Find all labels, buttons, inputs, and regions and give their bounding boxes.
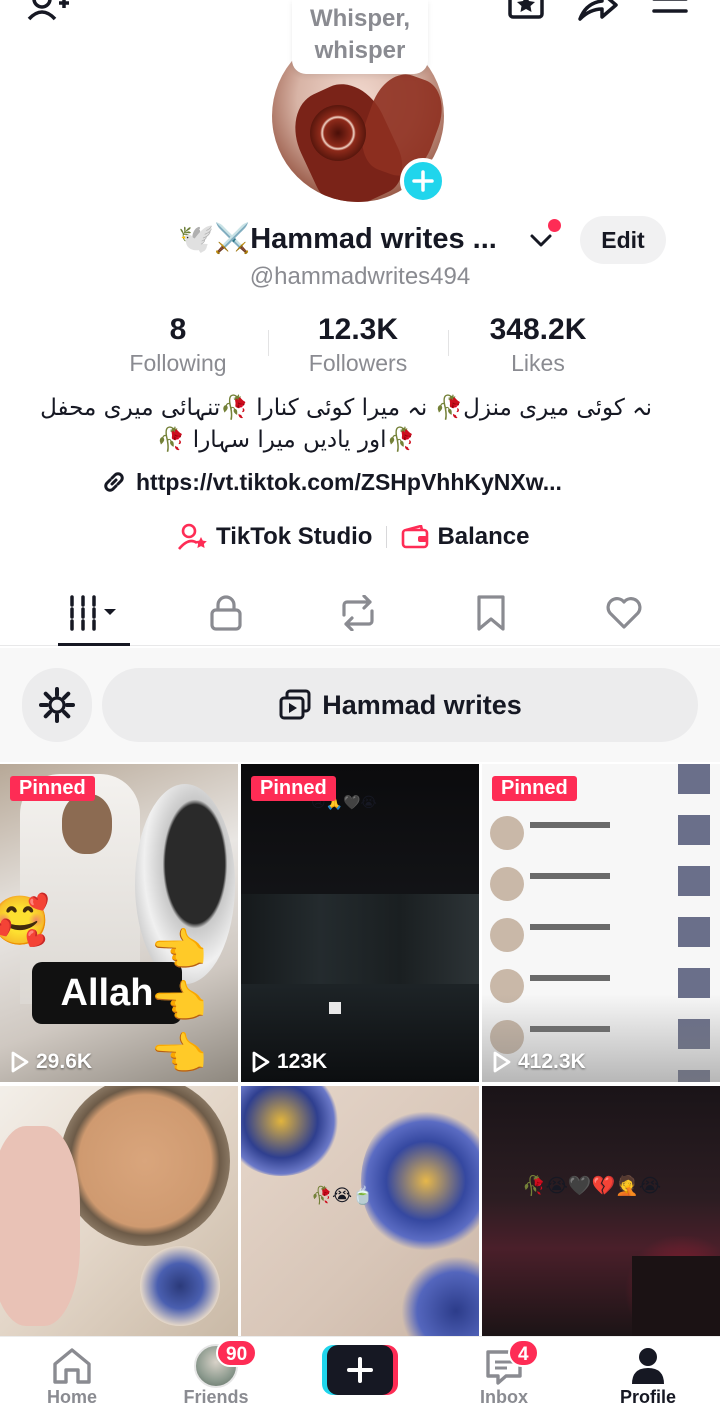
bio-link[interactable]: https://vt.tiktok.com/ZSHpVhhKyNXw... bbox=[100, 466, 562, 498]
chevron-down-icon[interactable] bbox=[528, 228, 554, 254]
nav-profile-label: Profile bbox=[619, 1387, 676, 1407]
tab-private[interactable] bbox=[186, 588, 266, 638]
lock-icon bbox=[210, 595, 242, 631]
nav-home-label: Home bbox=[46, 1387, 97, 1407]
emoji-sticker: 🥰 bbox=[0, 895, 50, 948]
pinned-badge: Pinned bbox=[251, 776, 336, 801]
stat-following[interactable]: 8 Following bbox=[88, 312, 268, 378]
home-icon bbox=[53, 1348, 91, 1384]
share-icon[interactable] bbox=[576, 0, 620, 28]
create-button[interactable] bbox=[322, 1345, 398, 1395]
name-row: 🕊️⚔️Hammad writes ... Edit bbox=[0, 216, 720, 264]
video-thumbnail[interactable]: 🥀😭🍵 bbox=[241, 1086, 479, 1336]
emoji-sticker: 🥀😭🖤💔🤦😭 bbox=[522, 1176, 662, 1197]
wallet-icon bbox=[402, 525, 429, 549]
video-thumbnail[interactable] bbox=[0, 1086, 238, 1336]
tab-videos[interactable] bbox=[54, 588, 134, 638]
nav-home[interactable]: Home bbox=[12, 1337, 132, 1408]
stat-likes[interactable]: 348.2K Likes bbox=[448, 312, 628, 378]
play-icon bbox=[493, 1051, 511, 1073]
bio-line: نہ کوئی میری منزل🥀 نہ میرا کوئی کنارا 🥀ت… bbox=[40, 395, 652, 421]
pinned-badge: Pinned bbox=[10, 776, 95, 801]
emoji-sticker: 🥀😭🍵 bbox=[311, 1186, 374, 1205]
nav-inbox-label: Inbox bbox=[480, 1387, 528, 1407]
likes-label: Likes bbox=[511, 350, 565, 376]
tab-reposts[interactable] bbox=[318, 588, 398, 638]
video-thumbnail[interactable]: Pinned 412.3K bbox=[482, 764, 720, 1082]
profile-icon bbox=[632, 1348, 664, 1384]
bottom-navigation: Home 90 Friends 4 Inbox Profile bbox=[0, 1336, 720, 1408]
playlist-label: Hammad writes bbox=[322, 689, 522, 720]
sort-settings-button[interactable] bbox=[22, 668, 92, 742]
nav-friends-label: Friends bbox=[183, 1387, 249, 1407]
gear-icon bbox=[39, 687, 75, 723]
emoji-sticker: 👈 👈 👈 bbox=[150, 924, 208, 1080]
plus-icon bbox=[412, 170, 434, 192]
bio-line: 🥀اور یادیں میرا سہارا 🥀 bbox=[156, 427, 416, 453]
view-count: 29.6K bbox=[10, 1050, 92, 1074]
followers-count: 12.3K bbox=[317, 313, 399, 346]
favorites-icon[interactable] bbox=[504, 0, 548, 28]
inbox-badge: 4 bbox=[508, 1339, 539, 1367]
nav-profile[interactable]: Profile bbox=[588, 1337, 708, 1408]
studio-label: TikTok Studio bbox=[216, 523, 373, 550]
username-handle: @hammadwrites494 bbox=[249, 263, 471, 290]
videos-icon bbox=[70, 595, 116, 631]
add-story-button[interactable] bbox=[400, 158, 446, 204]
link-icon bbox=[104, 472, 124, 492]
balance-label: Balance bbox=[437, 523, 530, 550]
notification-dot bbox=[548, 219, 561, 232]
tab-favorites[interactable] bbox=[451, 588, 531, 638]
video-thumbnail[interactable]: 😢🙏🖤😭 Pinned 123K bbox=[241, 764, 479, 1082]
profile-stats: 8 Following 12.3K Followers 348.2K Likes bbox=[88, 312, 628, 378]
friends-badge: 90 bbox=[216, 1339, 258, 1367]
menu-icon[interactable] bbox=[648, 0, 692, 28]
video-thumbnail[interactable]: 🥀😭🖤💔🤦😭 bbox=[482, 1086, 720, 1336]
balance-button[interactable]: Balance bbox=[401, 523, 530, 551]
stat-followers[interactable]: 12.3K Followers bbox=[268, 312, 448, 378]
nav-inbox[interactable]: 4 Inbox bbox=[444, 1337, 564, 1408]
video-thumbnail[interactable]: 🥰 Allah 👈 👈 👈 Pinned 29.6K bbox=[0, 764, 238, 1082]
heart-icon bbox=[606, 597, 642, 629]
tab-liked[interactable] bbox=[584, 588, 664, 638]
followers-label: Followers bbox=[308, 350, 408, 376]
creator-star-icon bbox=[178, 523, 207, 550]
studio-row: TikTok Studio Balance bbox=[178, 520, 530, 554]
tiktok-studio-button[interactable]: TikTok Studio bbox=[178, 523, 372, 551]
pinned-badge: Pinned bbox=[492, 776, 577, 801]
nav-friends[interactable]: 90 Friends bbox=[156, 1337, 276, 1408]
play-icon bbox=[11, 1051, 29, 1073]
add-friend-icon[interactable] bbox=[26, 0, 70, 28]
playlist-icon bbox=[279, 689, 311, 720]
following-count: 8 bbox=[169, 313, 187, 346]
bio[interactable]: نہ کوئی میری منزل🥀 نہ میرا کوئی کنارا 🥀ت… bbox=[40, 392, 652, 456]
link-text: https://vt.tiktok.com/ZSHpVhhKyNXw... bbox=[136, 468, 562, 495]
following-label: Following bbox=[129, 350, 227, 376]
avatar-note-bubble[interactable]: Whisper, whisper bbox=[292, 0, 428, 74]
active-tab-indicator bbox=[58, 643, 130, 646]
display-name: 🕊️⚔️Hammad writes ... bbox=[178, 223, 497, 255]
play-icon bbox=[252, 1051, 270, 1073]
video-grid: 🥰 Allah 👈 👈 👈 Pinned 29.6K 😢🙏🖤😭 Pinned 123… bbox=[0, 764, 720, 1336]
bookmark-icon bbox=[477, 595, 505, 631]
likes-count: 348.2K bbox=[489, 313, 587, 346]
playlist-button[interactable]: Hammad writes bbox=[102, 668, 698, 742]
repost-icon bbox=[342, 595, 374, 631]
content-tabs bbox=[0, 580, 720, 646]
view-count: 123K bbox=[251, 1050, 327, 1074]
view-count: 412.3K bbox=[492, 1050, 586, 1074]
edit-profile-button[interactable]: Edit bbox=[580, 216, 666, 264]
